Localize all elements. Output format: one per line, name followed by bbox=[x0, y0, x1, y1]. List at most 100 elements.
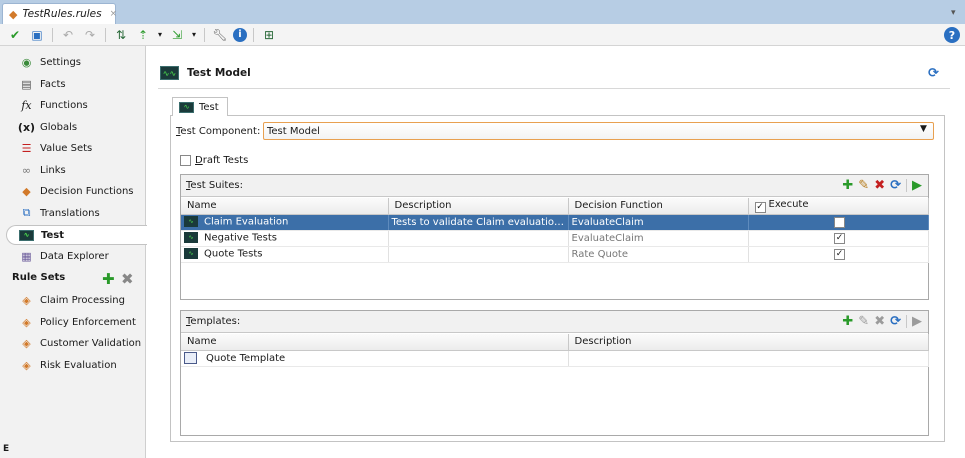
compare-icon[interactable]: ⇅ bbox=[112, 26, 130, 44]
delete-icon[interactable]: ✖ bbox=[874, 178, 885, 193]
ruleset-item[interactable]: ◈ Claim Processing bbox=[8, 290, 144, 310]
toolbar-separator bbox=[253, 27, 254, 42]
tools-icon[interactable]: 🔧︎ bbox=[211, 26, 229, 44]
sidebar-item-data-explorer[interactable]: ▦ Data Explorer bbox=[8, 246, 144, 266]
links-icon: ∞ bbox=[21, 163, 32, 177]
sidebar-item-settings[interactable]: ◉ Settings bbox=[8, 52, 144, 72]
ruleset-item[interactable]: ◈ Policy Enforcement bbox=[8, 312, 144, 332]
sidebar-item-label: Globals bbox=[40, 121, 78, 133]
test-suite-icon: ∿ bbox=[184, 232, 198, 244]
test-suites-label: Test Suites: bbox=[186, 180, 243, 191]
template-icon bbox=[184, 352, 197, 364]
sidebar-item-label: Test bbox=[41, 229, 65, 241]
test-suites-box: Test Suites: ✚ ✎ ✖ ⟳ ▶ Name Description … bbox=[180, 174, 929, 300]
edit-icon[interactable]: ✎ bbox=[858, 178, 869, 193]
validate-icon[interactable]: ✔ bbox=[6, 26, 24, 44]
undo-icon[interactable]: ↶ bbox=[59, 26, 77, 44]
ruleset-label: Customer Validation bbox=[40, 337, 142, 349]
refresh-icon[interactable]: ⟳ bbox=[890, 314, 901, 329]
cell-description bbox=[568, 350, 929, 367]
page-title: Test Model bbox=[187, 67, 251, 79]
cell-function[interactable]: Rate Quote bbox=[568, 246, 749, 263]
execute-all-checkbox[interactable]: ✓ bbox=[754, 201, 766, 213]
run-icon[interactable]: ▶ bbox=[912, 314, 922, 329]
test-component-value: Test Model bbox=[267, 125, 320, 137]
sidebar-item-globals[interactable]: (x) Globals bbox=[8, 117, 144, 137]
toolbar-separator bbox=[204, 27, 205, 42]
sidebar-item-functions[interactable]: fx Functions bbox=[8, 95, 144, 115]
sidebar-footer-label[interactable]: E bbox=[3, 444, 9, 454]
sidebar-item-decision-functions[interactable]: ◆ Decision Functions bbox=[8, 181, 144, 201]
decision-functions-icon: ◆ bbox=[22, 184, 31, 198]
chevron-down-icon[interactable]: ▾ bbox=[156, 26, 164, 44]
test-icon: ∿ bbox=[19, 229, 34, 241]
draft-tests-checkbox[interactable]: Draft Tests bbox=[180, 155, 248, 166]
data-explorer-icon: ▦ bbox=[21, 249, 32, 263]
export-icon[interactable]: ⇲ bbox=[168, 26, 186, 44]
run-icon[interactable]: ▶ bbox=[912, 178, 922, 193]
tab-test[interactable]: ∿ Test bbox=[172, 97, 228, 116]
test-model-icon: ∿∿ bbox=[160, 66, 179, 80]
ruleset-item[interactable]: ◈ Customer Validation bbox=[8, 333, 144, 353]
refresh-icon[interactable]: ⟳ bbox=[928, 66, 939, 81]
column-header-name[interactable]: Name bbox=[181, 198, 389, 215]
functions-icon: fx bbox=[21, 98, 32, 112]
execute-checkbox[interactable]: ✓ bbox=[834, 249, 845, 260]
sidebar-item-label: Functions bbox=[40, 99, 88, 111]
draft-tests-box[interactable] bbox=[180, 155, 191, 166]
column-header-description[interactable]: Description bbox=[388, 198, 569, 215]
ruleset-label: Claim Processing bbox=[40, 294, 125, 306]
edit-icon[interactable]: ✎ bbox=[858, 314, 869, 329]
column-header-description[interactable]: Description bbox=[568, 334, 929, 351]
execute-checkbox[interactable]: ✓ bbox=[834, 233, 845, 244]
add-icon[interactable]: ✚ bbox=[842, 314, 853, 329]
ruleset-item[interactable]: ◈ Risk Evaluation bbox=[8, 355, 144, 375]
column-header-execute[interactable]: ✓ Execute bbox=[748, 198, 929, 215]
save-icon[interactable]: ▣ bbox=[28, 26, 46, 44]
test-suites-table: Name Description Decision Function ✓ Exec… bbox=[181, 198, 929, 263]
sidebar-item-label: Links bbox=[40, 164, 66, 176]
sidebar-item-facts[interactable]: ▤ Facts bbox=[8, 74, 144, 94]
sidebar-item-test[interactable]: ∿ Test bbox=[6, 225, 147, 245]
close-tab-icon[interactable]: × bbox=[110, 9, 118, 19]
test-suites-header: Test Suites: ✚ ✎ ✖ ⟳ ▶ bbox=[181, 175, 928, 197]
refresh-icon[interactable]: ⟳ bbox=[890, 178, 901, 193]
sidebar-item-label: Decision Functions bbox=[40, 185, 134, 197]
toolbar-separator bbox=[105, 27, 106, 42]
tab-list-icon[interactable]: ▾ bbox=[951, 8, 961, 18]
delete-ruleset-icon[interactable]: ✖ bbox=[121, 270, 134, 288]
info-icon[interactable]: i bbox=[233, 27, 247, 42]
ruleset-icon: ◈ bbox=[22, 336, 31, 350]
rules-file-icon: ◆ bbox=[9, 7, 18, 21]
chevron-down-icon[interactable]: ▼ bbox=[920, 124, 927, 134]
delete-icon[interactable]: ✖ bbox=[874, 314, 885, 329]
cell-function[interactable]: EvaluateClaim bbox=[568, 214, 749, 231]
execute-checkbox[interactable]: ✓ bbox=[834, 217, 845, 228]
sidebar-item-label: Value Sets bbox=[40, 142, 93, 154]
tool-separator bbox=[906, 315, 907, 328]
column-header-function[interactable]: Decision Function bbox=[568, 198, 749, 215]
tree-icon[interactable]: ⊞ bbox=[260, 26, 278, 44]
ruleset-icon: ◈ bbox=[22, 358, 31, 372]
table-row[interactable]: Quote Template bbox=[181, 350, 929, 367]
chevron-down-icon[interactable]: ▾ bbox=[190, 26, 198, 44]
add-icon[interactable]: ✚ bbox=[842, 178, 853, 193]
templates-box: Templates: ✚ ✎ ✖ ⟳ ▶ Name Description Qu… bbox=[180, 310, 929, 436]
sidebar-item-label: Translations bbox=[40, 207, 100, 219]
help-icon[interactable]: ? bbox=[944, 27, 960, 43]
draft-tests-label: Draft Tests bbox=[195, 155, 249, 166]
sidebar-item-translations[interactable]: ⧉ Translations bbox=[8, 203, 144, 223]
ruleset-label: Policy Enforcement bbox=[40, 316, 136, 328]
test-component-select[interactable]: Test Model bbox=[263, 122, 934, 140]
sidebar-item-links[interactable]: ∞ Links bbox=[8, 160, 144, 180]
file-tab[interactable]: ◆ TestRules.rules × bbox=[2, 3, 118, 24]
add-ruleset-icon[interactable]: ✚ bbox=[102, 270, 115, 288]
import-icon[interactable]: ⇡ bbox=[134, 26, 152, 44]
table-row[interactable]: ∿ Quote Tests Rate Quote ✓ bbox=[181, 246, 929, 263]
sidebar-item-value-sets[interactable]: ☰ Value Sets bbox=[8, 138, 144, 158]
column-header-name[interactable]: Name bbox=[181, 334, 569, 351]
redo-icon[interactable]: ↷ bbox=[81, 26, 99, 44]
cell-function[interactable]: EvaluateClaim bbox=[568, 230, 749, 247]
table-row[interactable]: ∿ Negative Tests EvaluateClaim ✓ bbox=[181, 230, 929, 247]
table-row[interactable]: ∿ Claim Evaluation Tests to validate Clai… bbox=[181, 214, 929, 231]
